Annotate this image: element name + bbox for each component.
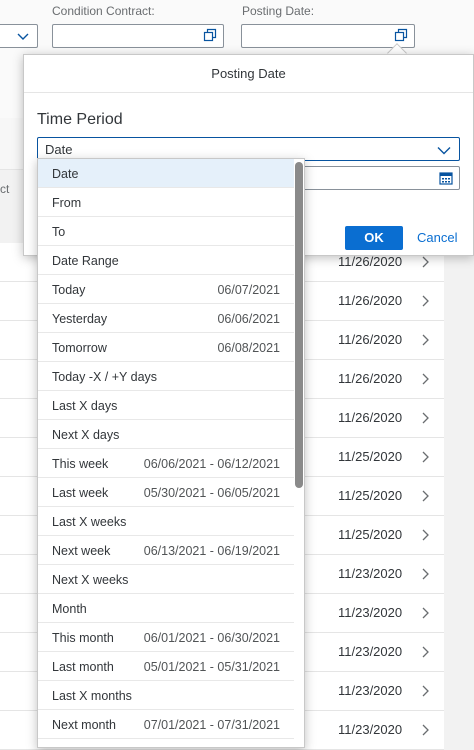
filter-select-partial[interactable] xyxy=(0,24,38,48)
row-date: 11/25/2020 xyxy=(338,449,403,464)
chevron-down-icon[interactable] xyxy=(437,144,451,156)
chevron-right-icon[interactable] xyxy=(420,489,430,503)
dropdown-option[interactable]: Tomorrow 06/08/2021 xyxy=(38,333,294,362)
chevron-right-icon[interactable] xyxy=(420,333,430,347)
dropdown-option[interactable]: From xyxy=(38,188,294,217)
posting-date-label: Posting Date: xyxy=(242,4,315,18)
option-label: Date xyxy=(52,167,79,181)
option-date-range: 06/06/2021 xyxy=(217,312,280,326)
row-date: 11/26/2020 xyxy=(338,332,403,347)
dropdown-option[interactable]: Date xyxy=(38,159,294,188)
dropdown-option[interactable]: Last month 05/01/2021 - 05/31/2021 xyxy=(38,652,294,681)
option-date-range: 06/07/2021 xyxy=(217,283,280,297)
option-label: Last X weeks xyxy=(52,515,127,529)
option-date-range: 05/30/2021 - 06/05/2021 xyxy=(143,486,280,500)
value-help-icon[interactable] xyxy=(394,28,408,42)
chevron-right-icon[interactable] xyxy=(420,372,430,386)
row-date: 11/23/2020 xyxy=(338,566,403,581)
option-date-range: 06/01/2021 - 06/30/2021 xyxy=(143,631,280,645)
ok-button[interactable]: OK xyxy=(345,226,403,250)
condition-contract-label: Condition Contract: xyxy=(52,4,155,18)
condition-contract-input[interactable] xyxy=(52,24,224,48)
option-label: Last X months xyxy=(52,689,132,703)
chevron-right-icon[interactable] xyxy=(420,450,430,464)
dropdown-option[interactable]: Next X days xyxy=(38,420,294,449)
option-label: Next X days xyxy=(52,428,120,442)
chevron-right-icon[interactable] xyxy=(420,606,430,620)
row-date: 11/26/2020 xyxy=(338,371,403,386)
chevron-right-icon[interactable] xyxy=(420,294,430,308)
option-label: Next week xyxy=(52,544,111,558)
row-date: 11/26/2020 xyxy=(338,293,403,308)
calendar-icon[interactable] xyxy=(439,171,453,185)
option-label: This month xyxy=(52,631,114,645)
option-label: Last month xyxy=(52,660,114,674)
dropdown-option[interactable]: Last week 05/30/2021 - 06/05/2021 xyxy=(38,478,294,507)
option-label: To xyxy=(52,225,66,239)
option-date-range: 06/08/2021 xyxy=(217,341,280,355)
value-help-icon[interactable] xyxy=(203,28,217,42)
row-date: 11/23/2020 xyxy=(338,683,403,698)
option-label: Today xyxy=(52,283,86,297)
chevron-right-icon[interactable] xyxy=(420,645,430,659)
row-date: 11/25/2020 xyxy=(338,488,403,503)
option-date-range: 06/13/2021 - 06/19/2021 xyxy=(143,544,280,558)
date-input[interactable] xyxy=(296,166,460,190)
dropdown-option[interactable]: Last X months xyxy=(38,681,294,710)
option-label: Last week xyxy=(52,486,109,500)
chevron-right-icon[interactable] xyxy=(420,411,430,425)
row-date: 11/26/2020 xyxy=(338,254,403,269)
option-label: Last X days xyxy=(52,399,118,413)
option-label: This week xyxy=(52,457,109,471)
option-label: Yesterday xyxy=(52,312,108,326)
option-label: Tomorrow xyxy=(52,341,107,355)
dropdown-option[interactable]: Last X weeks xyxy=(38,507,294,536)
dropdown-option[interactable]: Today -X / +Y days xyxy=(38,362,294,391)
row-date: 11/23/2020 xyxy=(338,722,403,737)
option-label: From xyxy=(52,196,82,210)
row-date: 11/23/2020 xyxy=(338,605,403,620)
dropdown-option[interactable]: Yesterday 06/06/2021 xyxy=(38,304,294,333)
option-label: Next X weeks xyxy=(52,573,129,587)
dropdown-option[interactable]: To xyxy=(38,217,294,246)
row-date: 11/23/2020 xyxy=(338,644,403,659)
dropdown-option[interactable]: Today 06/07/2021 xyxy=(38,275,294,304)
dropdown-option[interactable]: This month 06/01/2021 - 06/30/2021 xyxy=(38,623,294,652)
option-date-range: 06/06/2021 - 06/12/2021 xyxy=(143,457,280,471)
column-header-partial: ct xyxy=(0,182,10,196)
dropdown-option[interactable]: Next month 07/01/2021 - 07/31/2021 xyxy=(38,710,294,739)
option-date-range: 05/01/2021 - 05/31/2021 xyxy=(143,660,280,674)
chevron-right-icon[interactable] xyxy=(420,528,430,542)
time-period-dropdown-list: Date From To Date Range Today 06/07/2021 Yeste… xyxy=(37,158,305,748)
option-label: Next month xyxy=(52,718,116,732)
option-label: Date Range xyxy=(52,254,119,268)
chevron-right-icon[interactable] xyxy=(420,567,430,581)
dropdown-option[interactable]: Last X days xyxy=(38,391,294,420)
chevron-right-icon[interactable] xyxy=(420,723,430,737)
scrollbar-thumb[interactable] xyxy=(295,162,303,488)
posting-date-input[interactable] xyxy=(241,24,415,48)
dropdown-option[interactable]: Month xyxy=(38,594,294,623)
option-label: Today -X / +Y days xyxy=(52,370,158,384)
option-date-range: 07/01/2021 - 07/31/2021 xyxy=(143,718,280,732)
chevron-right-icon[interactable] xyxy=(420,684,430,698)
dropdown-option[interactable]: This week 06/06/2021 - 06/12/2021 xyxy=(38,449,294,478)
dropdown-option[interactable]: Next X weeks xyxy=(38,565,294,594)
time-period-label: Time Period xyxy=(37,111,123,128)
time-period-value: Date xyxy=(45,142,73,157)
popover-title: Posting Date xyxy=(24,55,473,93)
dropdown-option[interactable]: Date Range xyxy=(38,246,294,275)
option-label: Month xyxy=(52,602,87,616)
row-date: 11/26/2020 xyxy=(338,410,403,425)
row-date: 11/25/2020 xyxy=(338,527,403,542)
dropdown-option[interactable]: Next week 06/13/2021 - 06/19/2021 xyxy=(38,536,294,565)
cancel-button[interactable]: Cancel xyxy=(417,226,457,250)
chevron-down-icon xyxy=(17,33,29,40)
chevron-right-icon[interactable] xyxy=(420,255,430,269)
